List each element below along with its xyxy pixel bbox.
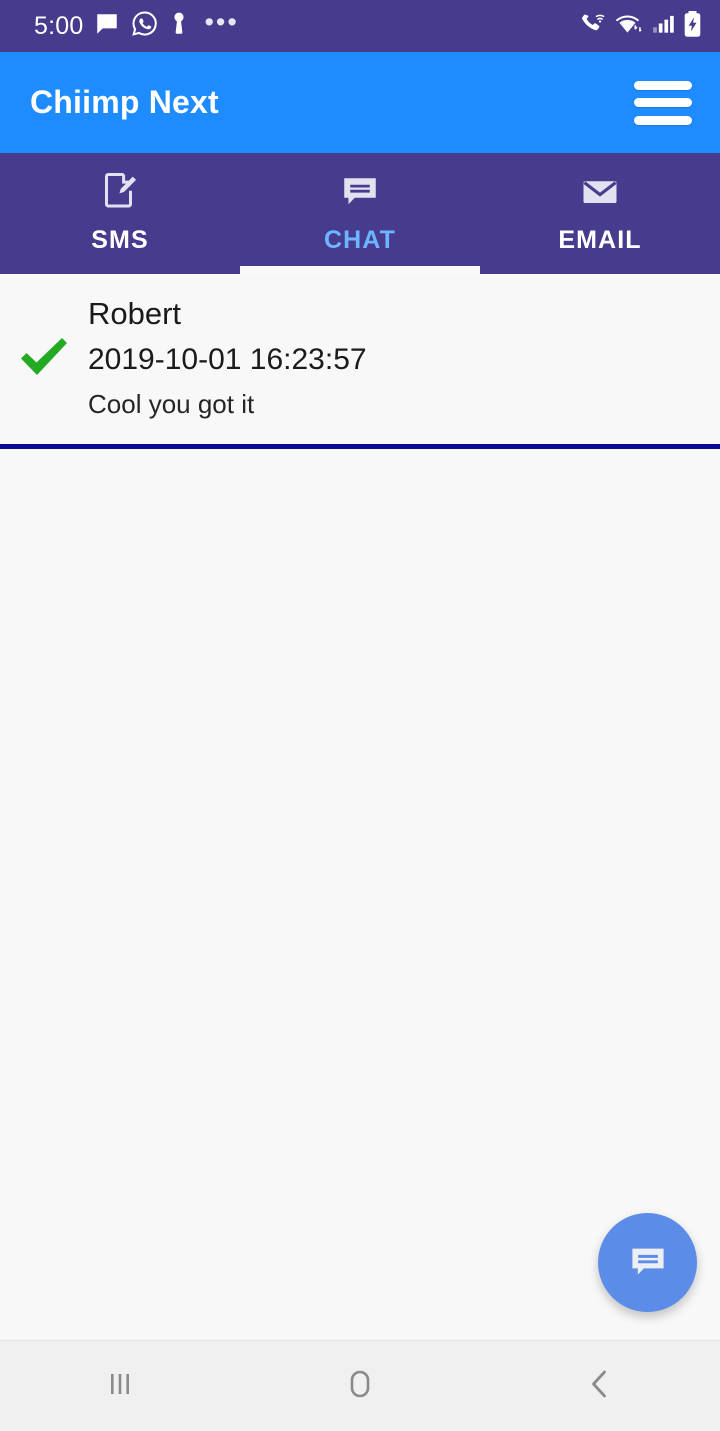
cellular-signal-icon bbox=[652, 11, 676, 42]
chat-bubble-icon bbox=[625, 1238, 671, 1287]
message-preview: Cool you got it bbox=[88, 388, 255, 419]
status-bar-right bbox=[580, 10, 702, 43]
chat-bubble-icon bbox=[339, 170, 381, 212]
back-chevron-icon bbox=[583, 1366, 617, 1407]
green-check-icon bbox=[17, 334, 71, 385]
list-item[interactable]: Robert 2019-10-01 16:23:57 Cool you got … bbox=[0, 274, 720, 444]
phone-screen: 5:00 ••• Chiimp Next SMS CHAT EMAIL Robe… bbox=[0, 0, 720, 1431]
back-button[interactable] bbox=[480, 1341, 720, 1431]
status-cell bbox=[0, 296, 88, 385]
compose-document-icon bbox=[100, 170, 140, 212]
wifi-icon bbox=[614, 11, 645, 42]
app-title: Chiimp Next bbox=[30, 84, 219, 120]
recents-button[interactable] bbox=[0, 1341, 240, 1431]
person-icon bbox=[169, 11, 189, 42]
status-bar-left: 5:00 ••• bbox=[34, 7, 239, 42]
home-button[interactable] bbox=[240, 1341, 480, 1431]
android-nav-bar bbox=[0, 1340, 720, 1431]
tab-email[interactable]: EMAIL bbox=[480, 153, 720, 274]
status-time: 5:00 bbox=[34, 11, 84, 40]
envelope-icon bbox=[579, 170, 621, 212]
message-bubble-icon bbox=[94, 11, 120, 42]
status-bar: 5:00 ••• bbox=[0, 0, 720, 52]
battery-charging-icon bbox=[683, 10, 702, 43]
home-icon bbox=[341, 1365, 379, 1408]
tab-bar: SMS CHAT EMAIL bbox=[0, 153, 720, 274]
tab-sms[interactable]: SMS bbox=[0, 153, 240, 274]
new-chat-fab[interactable] bbox=[598, 1213, 697, 1312]
tab-label-chat: CHAT bbox=[324, 226, 396, 254]
tab-label-sms: SMS bbox=[91, 226, 149, 254]
hamburger-bar bbox=[634, 98, 692, 107]
tab-label-email: EMAIL bbox=[558, 226, 642, 254]
more-dots-icon: ••• bbox=[204, 7, 239, 38]
contact-name: Robert bbox=[88, 296, 182, 331]
message-timestamp: 2019-10-01 16:23:57 bbox=[88, 342, 367, 376]
hamburger-menu-icon[interactable] bbox=[634, 80, 692, 125]
app-bar: Chiimp Next bbox=[0, 52, 720, 153]
hamburger-bar bbox=[634, 80, 692, 90]
list-item-body: Robert 2019-10-01 16:23:57 Cool you got … bbox=[88, 296, 367, 420]
tab-chat[interactable]: CHAT bbox=[240, 153, 480, 274]
list-divider bbox=[0, 443, 720, 449]
phone-wifi-calling-icon bbox=[580, 11, 607, 42]
tab-active-indicator bbox=[240, 266, 480, 274]
hamburger-bar bbox=[634, 115, 692, 125]
conversation-list: Robert 2019-10-01 16:23:57 Cool you got … bbox=[0, 274, 720, 1340]
whatsapp-icon bbox=[131, 10, 158, 42]
recents-icon bbox=[103, 1367, 137, 1406]
